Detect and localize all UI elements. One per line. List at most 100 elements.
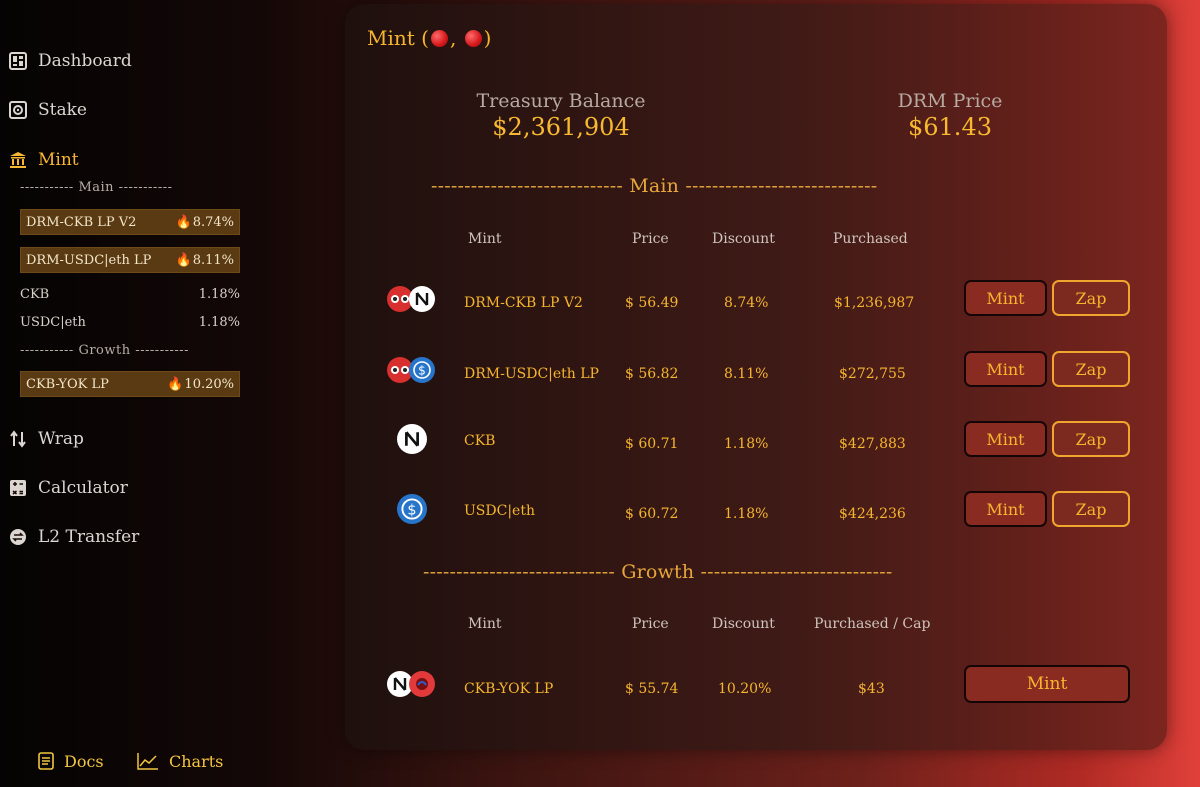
nav-mint-label: Mint [38,150,79,170]
col-header-mint: Mint [468,616,502,632]
treasury-balance-value: $2,361,904 [492,113,630,141]
page-title-separator: , [449,26,463,50]
mint-button[interactable]: Mint [964,351,1047,387]
nav-l2-transfer-label: L2 Transfer [38,527,140,547]
sidebar-item-drm-usdc[interactable]: DRM-USDC|eth LP 🔥8.11% [20,247,240,273]
treasury-balance-label: Treasury Balance [476,90,646,112]
sidebar-item-label: DRM-CKB LP V2 [26,214,137,230]
row-purchased: $424,236 [839,506,906,522]
page-title-end: ) [483,26,492,50]
zap-button[interactable]: Zap [1052,351,1130,387]
drm-price-label: DRM Price [897,90,1003,112]
drm-price: DRM Price $61.43 [820,90,1080,141]
row-purchased: $272,755 [839,366,906,382]
row-name: USDC|eth [464,503,535,519]
page-title: Mint ( , ) [367,26,491,50]
row-discount: 1.18% [724,436,769,452]
sidebar-item-ckb[interactable]: CKB 1.18% [20,281,240,307]
zap-button[interactable]: Zap [1052,280,1130,316]
row-price: $ 60.72 [625,506,679,522]
line-chart-icon [137,752,159,770]
nav-stake-label: Stake [38,100,87,120]
dashboard-icon [8,51,28,71]
sidebar-item-value: 1.18% [198,286,240,302]
sidebar-item-usdc[interactable]: USDC|eth 1.18% [20,309,240,335]
row-purchased: $43 [858,681,885,697]
fire-icon: 🔥 [167,376,184,392]
sidebar-item-value: 8.74% [192,214,234,230]
nav-dashboard-label: Dashboard [38,51,132,71]
bank-icon [8,150,28,170]
sidebar-item-value: 1.18% [198,314,240,330]
safe-icon [8,100,28,120]
row-name: CKB [464,433,496,449]
docs-link[interactable]: Docs [38,750,104,772]
row-discount: 8.74% [724,295,769,311]
usdc-icon: $ [409,357,435,383]
drm-price-value: $61.43 [908,113,992,141]
col-header-purchased-cap: Purchased / Cap [814,616,931,632]
mint-button[interactable]: Mint [964,491,1047,527]
col-header-purchased: Purchased [833,231,908,247]
nav-l2-transfer[interactable]: L2 Transfer [8,522,139,552]
sidebar-item-value: 8.11% [192,252,234,268]
ckb-icon [397,424,427,454]
col-header-mint: Mint [468,231,502,247]
zap-button[interactable]: Zap [1052,491,1130,527]
row-price: $ 60.71 [625,436,679,452]
growth-section-header: ----------------------------- Growth ---… [423,561,893,583]
col-header-discount: Discount [712,231,775,247]
nav-stake[interactable]: Stake [8,95,87,125]
table-row-icons: $ [397,494,427,524]
sidebar-item-ckb-yok[interactable]: CKB-YOK LP 🔥10.20% [20,371,240,397]
row-discount: 8.11% [724,366,769,382]
row-name: DRM-CKB LP V2 [464,295,583,311]
row-purchased: $1,236,987 [834,295,915,311]
charts-label: Charts [169,751,224,771]
mint-button[interactable]: Mint [964,665,1130,703]
sidebar-item-label: USDC|eth [20,314,86,330]
row-name: DRM-USDC|eth LP [464,366,599,382]
mint-button[interactable]: Mint [964,280,1047,316]
treasury-balance: Treasury Balance $2,361,904 [431,90,691,141]
docs-label: Docs [64,751,104,771]
usdc-icon: $ [397,494,427,524]
red-dot-icon [464,29,482,47]
nav-calculator[interactable]: Calculator [8,473,128,503]
row-purchased: $427,883 [839,436,906,452]
fire-icon: 🔥 [175,214,192,230]
main-section-header: ----------------------------- Main -----… [431,175,878,197]
row-price: $ 56.49 [625,295,679,311]
sidebar-item-value: 10.20% [184,376,234,392]
table-row-icons [397,424,427,454]
charts-link[interactable]: Charts [137,750,223,772]
row-price: $ 55.74 [625,681,679,697]
row-price: $ 56.82 [625,366,679,382]
sidebar-main-divider: ----------- Main ----------- [20,180,173,195]
document-icon [38,752,54,770]
yok-icon [409,671,435,697]
nav-dashboard[interactable]: Dashboard [8,46,132,76]
nav-wrap-label: Wrap [38,429,84,449]
col-header-discount: Discount [712,616,775,632]
zap-button[interactable]: Zap [1052,421,1130,457]
sidebar-item-label: DRM-USDC|eth LP [26,252,152,268]
svg-text:$: $ [407,502,416,518]
ckb-icon [409,286,435,312]
table-row-icons [387,669,435,699]
row-discount: 10.20% [718,681,772,697]
fire-icon: 🔥 [175,252,192,268]
sidebar-item-label: CKB [20,286,50,302]
row-name: CKB-YOK LP [464,681,554,697]
red-dot-icon [430,29,448,47]
sidebar: Dashboard Stake Mint ----------- Main --… [0,0,250,787]
sidebar-item-drm-ckb[interactable]: DRM-CKB LP V2 🔥8.74% [20,209,240,235]
nav-calculator-label: Calculator [38,478,128,498]
nav-wrap[interactable]: Wrap [8,424,84,454]
sidebar-growth-divider: ----------- Growth ----------- [20,343,190,358]
mint-button[interactable]: Mint [964,421,1047,457]
table-row-icons [387,284,435,314]
swap-vertical-icon [8,429,28,449]
transfer-icon [8,527,28,547]
nav-mint[interactable]: Mint [8,145,79,175]
